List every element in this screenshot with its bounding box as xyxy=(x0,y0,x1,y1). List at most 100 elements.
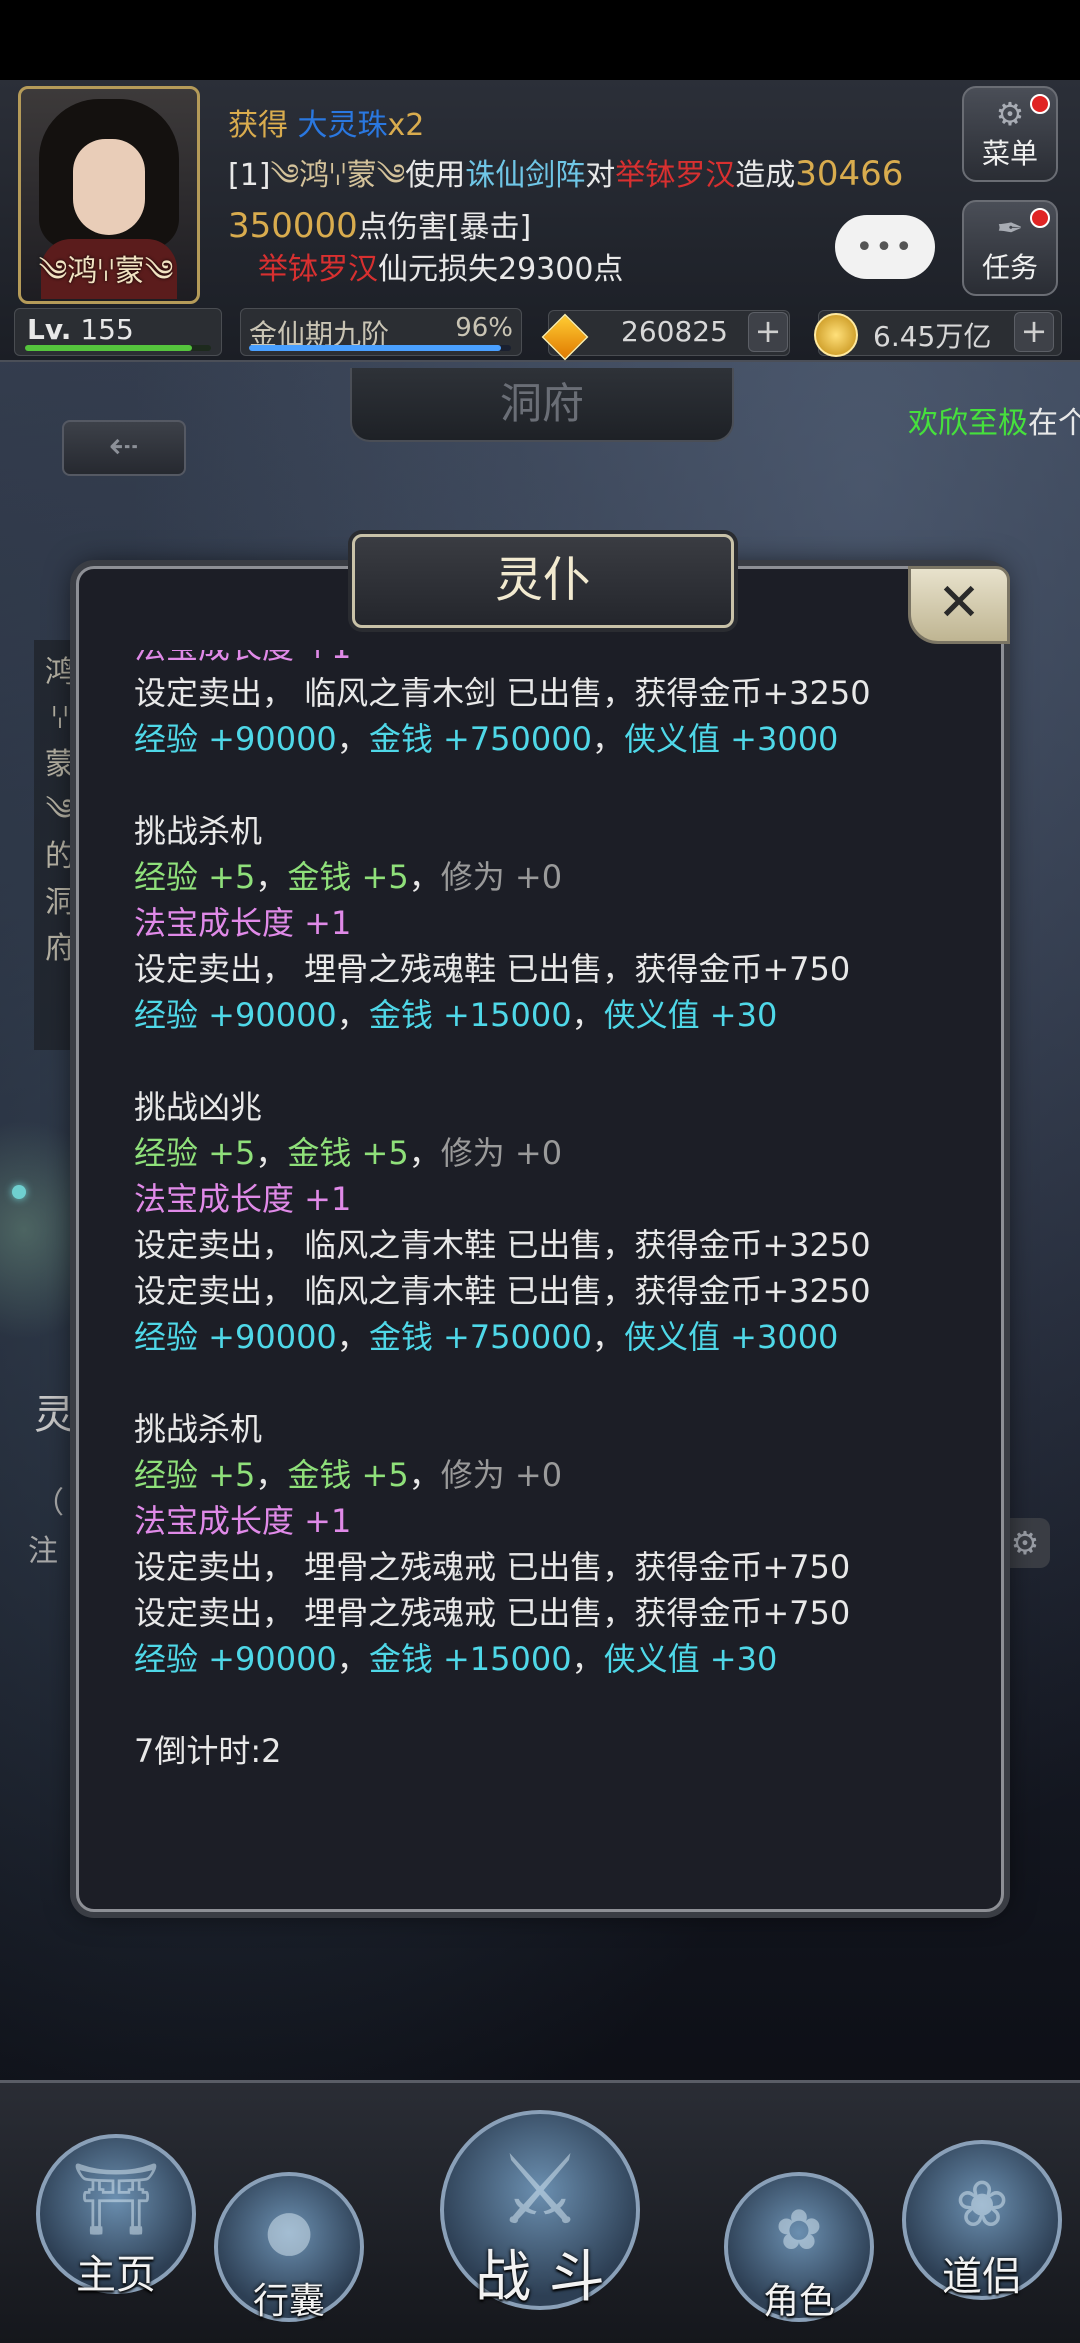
gear-icon: ⚙ xyxy=(995,95,1025,133)
player-name: ༄鸿ꗷ蒙༄ xyxy=(38,254,174,289)
realm-progress-fill xyxy=(249,345,501,351)
status-bar xyxy=(0,0,1080,80)
close-icon: ✕ xyxy=(937,573,981,633)
nav-home[interactable]: ⛩ 主页 xyxy=(36,2134,196,2298)
log-segment: ， xyxy=(571,996,604,1034)
log-segment: 金钱 +5 xyxy=(287,1456,409,1494)
log-segment: 法宝成长度 +1 xyxy=(134,1502,352,1540)
log-segment: ， xyxy=(408,1456,441,1494)
log-line: 挑战凶兆 xyxy=(134,1084,954,1130)
log-segment: ， xyxy=(255,1456,288,1494)
close-button[interactable]: ✕ xyxy=(908,566,1010,644)
chat-line-2: [1]༄鸿ꗷ蒙༄使用诛仙剑阵对举钵罗汉造成30466 xyxy=(228,154,904,194)
background-section-title: 灵 xyxy=(34,1392,74,1438)
level-progress-fill xyxy=(25,345,193,351)
log-spacer xyxy=(134,1360,954,1406)
house-icon: ⛩ xyxy=(71,2158,161,2240)
log-segment: 设定卖出， 临风之青木剑 已出售，获得金币+3250 xyxy=(134,674,871,712)
log-line: 法宝成长度 +1 xyxy=(134,1498,954,1544)
log-segment: 经验 +90000 xyxy=(134,1640,337,1678)
nav-battle[interactable]: ⚔ 战 斗 xyxy=(440,2110,640,2310)
dialog-title: 灵仆 xyxy=(352,534,734,628)
log-segment: 金钱 +15000 xyxy=(368,1640,572,1678)
realm-panel: 金仙期九阶 96% xyxy=(240,308,522,356)
chat-bubble-button[interactable]: ••• xyxy=(835,215,935,279)
log-segment: ， xyxy=(591,720,624,758)
log-line: 经验 +90000，金钱 +750000，侠义值 +3000 xyxy=(134,716,954,762)
log-segment: 设定卖出， 埋骨之残魂戒 已出售，获得金币+750 xyxy=(134,1548,851,1586)
chat-line-3: 350000点伤害[暴击] xyxy=(228,206,532,246)
log-line: 经验 +5，金钱 +5，修为 +0 xyxy=(134,1452,954,1498)
log-segment: 金钱 +5 xyxy=(287,858,409,896)
log-spacer xyxy=(134,762,954,808)
battle-log[interactable]: 法宝成长度 +1 设定卖出， 临风之青木剑 已出售，获得金币+3250 经验 +90… xyxy=(134,650,954,1800)
log-segment: 法宝成长度 +1 xyxy=(134,650,351,666)
log-line: 设定卖出， 埋骨之残魂戒 已出售，获得金币+750 xyxy=(134,1544,954,1590)
menu-button[interactable]: ⚙ 菜单 xyxy=(962,86,1058,182)
log-segment: ， xyxy=(571,1640,604,1678)
log-line: 经验 +90000，金钱 +15000，侠义值 +30 xyxy=(134,992,954,1038)
log-segment: ， xyxy=(591,1318,624,1356)
log-line: 设定卖出， 埋骨之残魂鞋 已出售，获得金币+750 xyxy=(134,946,954,992)
log-segment: 修为 +0 xyxy=(440,1456,563,1494)
realm-percent: 96% xyxy=(455,313,513,343)
add-gold-button[interactable]: + xyxy=(1014,312,1054,352)
log-line: 设定卖出， 临风之青木鞋 已出售，获得金币+3250 xyxy=(134,1268,954,1314)
log-segment: 金钱 +750000 xyxy=(368,720,592,758)
log-line: 设定卖出， 埋骨之残魂戒 已出售，获得金币+750 xyxy=(134,1590,954,1636)
log-segment: 金钱 +750000 xyxy=(368,1318,592,1356)
log-line: 经验 +5，金钱 +5，修为 +0 xyxy=(134,854,954,900)
player-level: 155 xyxy=(80,313,134,346)
log-segment: 侠义值 +3000 xyxy=(623,1318,839,1356)
log-segment: ， xyxy=(255,1134,288,1172)
log-segment: ， xyxy=(336,720,369,758)
log-segment: 法宝成长度 +1 xyxy=(134,1180,352,1218)
notification-dot xyxy=(1030,208,1050,228)
cave-title: 洞府 xyxy=(350,368,734,442)
log-line: 经验 +5，金钱 +5，修为 +0 xyxy=(134,1130,954,1176)
flower-icon: ❀ xyxy=(955,2168,1009,2242)
log-spacer xyxy=(134,1038,954,1084)
lotus-icon: ✿ xyxy=(775,2198,823,2263)
bag-icon: ● xyxy=(264,2198,314,2263)
nav-bag[interactable]: ● 行囊 xyxy=(214,2172,364,2322)
level-panel: Lv. 155 xyxy=(14,308,222,356)
log-segment: 设定卖出， 埋骨之残魂戒 已出售，获得金币+750 xyxy=(134,1594,851,1632)
level-progress-bar xyxy=(25,345,211,351)
log-segment: 修为 +0 xyxy=(440,1134,563,1172)
nav-role[interactable]: ✿ 角色 xyxy=(724,2172,874,2322)
log-segment: 金钱 +15000 xyxy=(368,996,572,1034)
log-segment: 金钱 +5 xyxy=(287,1134,409,1172)
creature-eye xyxy=(12,1185,26,1199)
task-button[interactable]: ✒ 任务 xyxy=(962,200,1058,296)
nav-partner[interactable]: ❀ 道侣 xyxy=(902,2140,1062,2300)
log-segment: 修为 +0 xyxy=(440,858,563,896)
log-segment: 经验 +5 xyxy=(134,858,256,896)
background-note: 注 xyxy=(28,1534,58,1569)
broadcast-ticker: 欢欣至极在个 xyxy=(908,406,1080,441)
log-segment: ， xyxy=(336,1318,369,1356)
log-line: 经验 +90000，金钱 +15000，侠义值 +30 xyxy=(134,1636,954,1682)
log-segment: 经验 +5 xyxy=(134,1456,256,1494)
log-segment: 设定卖出， 临风之青木鞋 已出售，获得金币+3250 xyxy=(134,1272,871,1310)
log-segment: ， xyxy=(255,858,288,896)
background-note: （ i xyxy=(34,1486,82,1521)
log-segment: ， xyxy=(336,996,369,1034)
log-segment: 设定卖出， 埋骨之残魂鞋 已出售，获得金币+750 xyxy=(134,950,851,988)
quill-icon: ✒ xyxy=(996,209,1024,247)
log-line: 设定卖出， 临风之青木鞋 已出售，获得金币+3250 xyxy=(134,1222,954,1268)
crossed-swords-icon: ⚔ xyxy=(496,2134,584,2246)
log-segment: 7倒计时:2 xyxy=(134,1732,282,1770)
chat-line-4: 举钵罗汉仙元损失29300点 xyxy=(258,252,624,287)
avatar-face xyxy=(73,139,145,235)
log-spacer xyxy=(134,1682,954,1728)
log-line: 经验 +90000，金钱 +750000，侠义值 +3000 xyxy=(134,1314,954,1360)
log-segment: 侠义值 +3000 xyxy=(623,720,839,758)
add-gems-button[interactable]: + xyxy=(748,312,788,352)
log-segment: 经验 +90000 xyxy=(134,720,337,758)
log-line: 法宝成长度 +1 xyxy=(134,900,954,946)
log-segment: 设定卖出， 临风之青木鞋 已出售，获得金币+3250 xyxy=(134,1226,871,1264)
notification-dot xyxy=(1030,94,1050,114)
back-button[interactable]: ⇠ xyxy=(62,420,186,476)
log-segment: 经验 +5 xyxy=(134,1134,256,1172)
